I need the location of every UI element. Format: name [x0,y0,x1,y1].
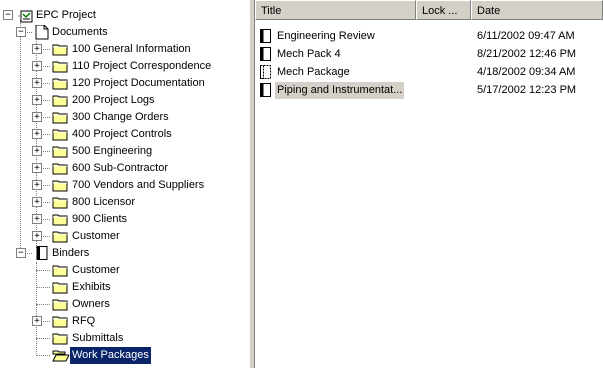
project-icon [18,10,33,23]
list-item-date: 4/18/2002 09:34 AM [477,66,576,78]
tree-node-folder[interactable]: +500 Engineering [0,143,249,160]
tree-node-label: Submittals [72,332,124,344]
tree-node-folder[interactable]: Work Packages [0,346,249,365]
expand-toggle[interactable]: + [32,129,42,139]
list-item[interactable]: Piping and Instrumentat... 5/17/2002 12:2… [255,82,603,99]
tree-node-label: 200 Project Logs [72,94,155,106]
list-item-title: Mech Pack 4 [277,48,341,60]
tree-node-label: Work Packages [69,346,152,365]
tree-node-label: Exhibits [72,281,111,293]
tree-line [36,270,50,271]
list-item[interactable]: Engineering Review 6/11/2002 09:47 AM [255,28,603,45]
tree-node-folder[interactable]: +200 Project Logs [0,92,249,109]
tree-node-folder[interactable]: Submittals [0,330,249,347]
tree-node-folder[interactable]: Exhibits [0,279,249,296]
folder-open-icon [52,349,70,368]
tree-node-label: 600 Sub-Contractor [72,162,168,174]
tree-node-label: 400 Project Controls [72,128,172,140]
binder-icon [260,47,271,64]
tree-node-folder[interactable]: + RFQ [0,313,249,330]
list-item-date: 6/11/2002 09:47 AM [477,30,575,42]
tree-node-folder[interactable]: Customer [0,262,249,279]
tree-line [36,287,50,288]
expand-toggle[interactable]: + [32,112,42,122]
binder-outline-icon [260,65,271,82]
tree-node-label: Customer [72,230,120,242]
tree-line [36,304,50,305]
tree-node-label: RFQ [72,315,96,327]
tree-node-label: 500 Engineering [72,145,153,157]
tree-node-folder[interactable]: +110 Project Correspondence [0,58,249,75]
list-item[interactable]: Mech Package 4/18/2002 09:34 AM [255,64,603,81]
expand-toggle[interactable]: + [32,146,42,156]
expand-toggle[interactable]: + [32,61,42,71]
tree-node-folder[interactable]: +100 General Information [0,41,249,58]
column-header-date[interactable]: Date [471,0,603,20]
list-item-title: Piping and Instrumentat... [275,82,405,99]
tree-node-folder[interactable]: +700 Vendors and Suppliers [0,177,249,194]
list-item-date: 5/17/2002 12:23 PM [477,84,577,96]
tree-node-label: Documents [52,26,108,38]
folder-tree[interactable]: − EPC Project − Documents +100 General I… [0,0,249,368]
tree-node-label: Binders [52,247,90,259]
expand-toggle[interactable]: + [32,214,42,224]
expand-toggle[interactable]: + [32,95,42,105]
tree-node-label: Owners [72,298,110,310]
collapse-toggle[interactable]: − [16,27,26,37]
tree-node-label: 100 General Information [72,43,191,55]
expand-toggle[interactable]: + [32,78,42,88]
expand-toggle[interactable]: + [32,163,42,173]
expand-toggle[interactable]: + [32,180,42,190]
document-icon [35,25,49,40]
collapse-toggle[interactable]: − [3,10,13,20]
list-item-title: Engineering Review [277,30,375,42]
tree-node-label: 110 Project Correspondence [72,60,212,72]
tree-node-folder[interactable]: +900 Clients [0,211,249,228]
binder-icon [260,29,271,46]
tree-node-label: 120 Project Documentation [72,77,205,89]
list-item-title: Mech Package [277,66,350,78]
column-header-lock[interactable]: Lock ... [416,0,471,20]
tree-node-binders[interactable]: − Binders [0,245,249,262]
tree-node-folder[interactable]: +800 Licensor [0,194,249,211]
tree-node-folder[interactable]: +600 Sub-Contractor [0,160,249,177]
binder-icon [36,246,48,260]
list-item-date: 8/21/2002 12:46 PM [477,48,577,60]
column-header-title[interactable]: Title [255,0,416,20]
tree-node-folder[interactable]: +300 Change Orders [0,109,249,126]
binder-icon [260,83,271,100]
tree-node-label: Customer [72,264,120,276]
tree-node-epc-project[interactable]: − EPC Project [0,7,249,24]
expand-toggle[interactable]: + [32,44,42,54]
document-list[interactable]: Title Lock ... Date Engineering Review 6/… [255,0,603,368]
list-item[interactable]: Mech Pack 4 8/21/2002 12:46 PM [255,46,603,63]
tree-node-folder[interactable]: +400 Project Controls [0,126,249,143]
tree-node-folder[interactable]: + Customer [0,228,249,245]
tree-node-label: 700 Vendors and Suppliers [72,179,205,191]
tree-node-label: 300 Change Orders [72,111,169,123]
tree-node-documents[interactable]: − Documents [0,24,249,41]
expand-toggle[interactable]: + [32,231,42,241]
expand-toggle[interactable]: + [32,197,42,207]
tree-node-label: 800 Licensor [72,196,135,208]
tree-node-label: EPC Project [36,9,96,21]
tree-node-label: 900 Clients [72,213,128,225]
tree-node-folder[interactable]: Owners [0,296,249,313]
epc-explorer-window: − EPC Project − Documents +100 General I… [0,0,603,368]
tree-line [36,355,50,356]
tree-line [36,338,50,339]
expand-toggle[interactable]: + [32,316,42,326]
tree-node-folder[interactable]: +120 Project Documentation [0,75,249,92]
collapse-toggle[interactable]: − [16,248,26,258]
